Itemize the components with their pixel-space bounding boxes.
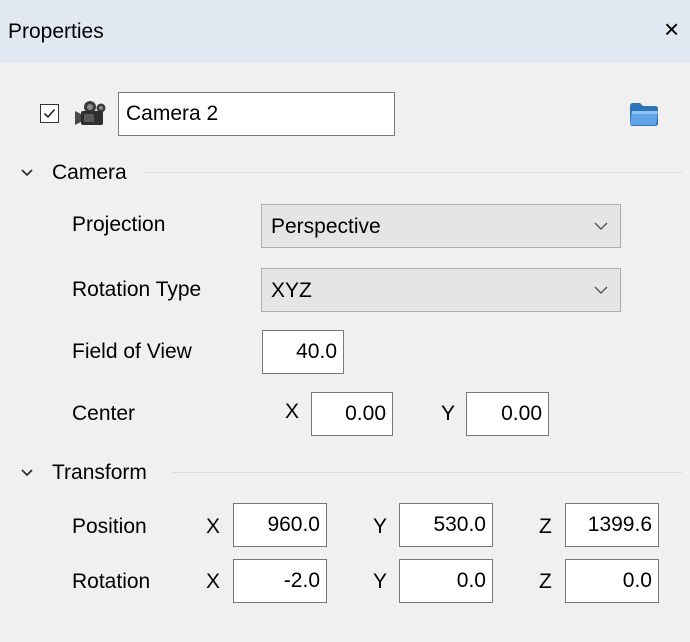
rotation-y-label: Y [373, 570, 388, 593]
center-y-field[interactable] [466, 392, 549, 436]
object-name-field[interactable] [118, 92, 395, 136]
rotation-label: Rotation [72, 570, 151, 593]
section-divider [144, 172, 682, 173]
position-x-label: X [206, 515, 221, 538]
position-x-field[interactable] [233, 503, 327, 547]
rotation-x-field[interactable] [233, 559, 327, 603]
projection-value: Perspective [271, 215, 381, 238]
rotation-z-label: Z [539, 570, 552, 593]
camera-section-label: Camera [52, 161, 127, 184]
camera-icon [74, 100, 106, 134]
chevron-down-icon[interactable] [20, 466, 34, 480]
close-icon[interactable]: × [664, 16, 679, 42]
section-divider [172, 472, 682, 473]
center-x-label: X [285, 400, 300, 423]
position-z-field[interactable] [565, 503, 659, 547]
rotation-z-field[interactable] [565, 559, 659, 603]
rotation-x-label: X [206, 570, 221, 593]
folder-icon[interactable] [627, 100, 661, 134]
camera-section-header[interactable]: Camera [20, 161, 127, 185]
center-y-label: Y [441, 402, 456, 425]
rotation-y-field[interactable] [399, 559, 493, 603]
chevron-down-icon[interactable] [20, 166, 34, 180]
center-label: Center [72, 402, 136, 425]
chevron-down-icon [594, 286, 608, 294]
position-z-label: Z [539, 515, 552, 538]
panel-title: Properties [8, 20, 104, 43]
position-y-label: Y [373, 515, 388, 538]
field-of-view-field[interactable] [262, 330, 344, 374]
rotation-type-label: Rotation Type [72, 278, 202, 301]
rotation-type-dropdown[interactable]: XYZ [261, 268, 621, 312]
rotation-type-value: XYZ [271, 279, 312, 302]
position-label: Position [72, 515, 147, 538]
position-y-field[interactable] [399, 503, 493, 547]
chevron-down-icon [594, 222, 608, 230]
transform-section-label: Transform [52, 461, 147, 484]
field-of-view-label: Field of View [72, 340, 192, 363]
center-x-field[interactable] [311, 392, 393, 436]
projection-label: Projection [72, 213, 166, 236]
projection-dropdown[interactable]: Perspective [261, 204, 621, 248]
panel-titlebar: Properties × [0, 0, 690, 63]
visibility-checkbox[interactable] [40, 104, 59, 123]
transform-section-header[interactable]: Transform [20, 461, 147, 485]
